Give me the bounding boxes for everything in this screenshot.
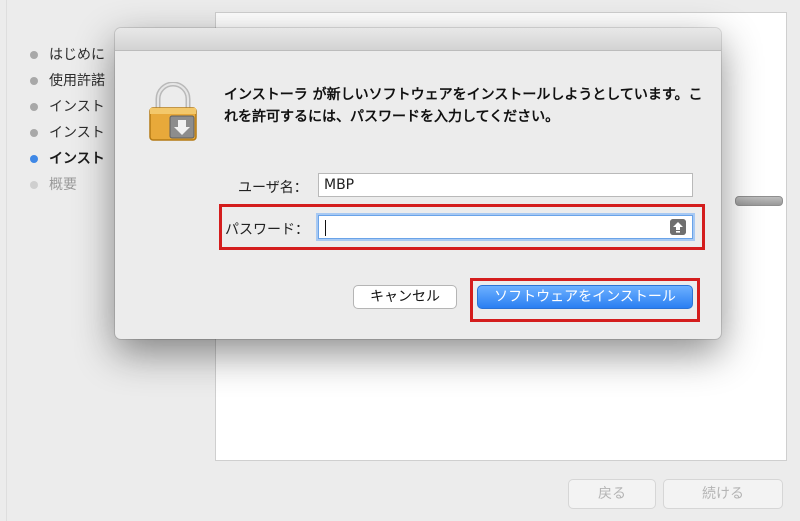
- continue-button[interactable]: 続ける: [663, 479, 783, 509]
- dialog-message: インストーラ が新しいソフトウェアをインストールしようとしています。これを許可す…: [224, 87, 703, 125]
- username-field[interactable]: MBP: [318, 173, 693, 197]
- step-label: はじめに: [49, 47, 105, 63]
- step-label: インスト: [49, 125, 105, 141]
- username-label: ユーザ名：: [238, 180, 308, 196]
- password-label: パスワード：: [225, 222, 309, 238]
- step-destination: インスト: [30, 94, 105, 120]
- step-bullet-icon: [30, 103, 38, 111]
- step-installation-type: インスト: [30, 120, 105, 146]
- lock-icon: [149, 82, 197, 141]
- step-summary: 概要: [30, 172, 105, 198]
- step-label: インスト: [49, 99, 105, 115]
- password-field[interactable]: [318, 215, 693, 239]
- install-software-button[interactable]: ソフトウェアをインストール: [477, 285, 693, 309]
- text-caret: [325, 220, 326, 236]
- step-bullet-icon: [30, 181, 38, 189]
- progress-bar: [735, 196, 783, 206]
- step-bullet-icon: [30, 77, 38, 85]
- step-label: 使用許諾: [49, 73, 105, 89]
- step-bullet-icon: [30, 51, 38, 59]
- step-label: 概要: [49, 177, 77, 193]
- cancel-button[interactable]: キャンセル: [353, 285, 457, 309]
- step-bullet-icon: [30, 155, 38, 163]
- dialog-titlebar: [115, 28, 721, 51]
- back-button[interactable]: 戻る: [568, 479, 656, 509]
- capslock-icon: [670, 219, 686, 235]
- step-label: インスト: [49, 151, 105, 167]
- window-edge: [0, 0, 7, 521]
- step-introduction: はじめに: [30, 42, 105, 68]
- auth-dialog: インストーラ が新しいソフトウェアをインストールしようとしています。これを許可す…: [115, 28, 721, 339]
- step-bullet-icon: [30, 129, 38, 137]
- step-license: 使用許諾: [30, 68, 105, 94]
- installer-steps: はじめに 使用許諾 インスト インスト インスト 概要: [30, 42, 105, 198]
- step-installation: インスト: [30, 146, 105, 172]
